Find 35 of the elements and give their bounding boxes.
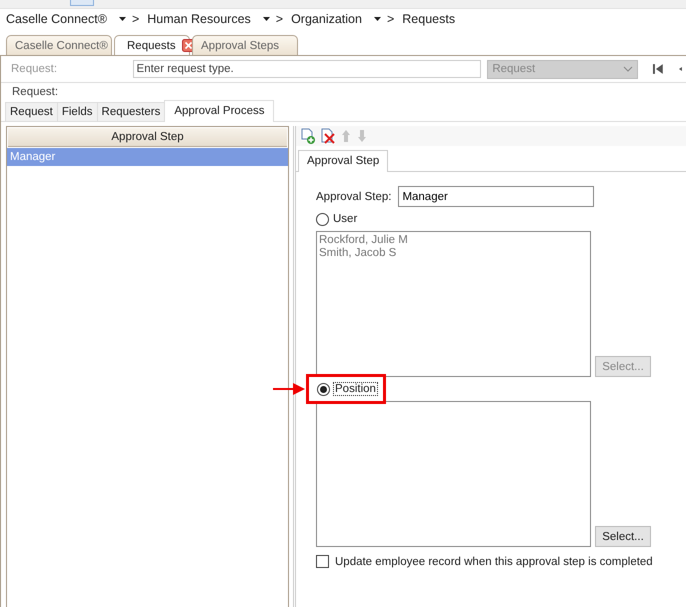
first-record-icon[interactable] xyxy=(652,63,664,75)
section-tab[interactable]: Requesters xyxy=(96,102,166,121)
update-record-checkbox[interactable]: Update employee record when this approval step is completed xyxy=(316,555,686,568)
breadcrumb-link[interactable]: Human Resources xyxy=(147,12,251,26)
caret-icon[interactable] xyxy=(374,17,381,21)
request-caption: Request: xyxy=(11,85,60,100)
breadcrumb-separator: > xyxy=(276,12,284,26)
section-tab[interactable]: Approval Process xyxy=(164,100,274,122)
radio-option[interactable]: User xyxy=(316,212,358,226)
detail-tab[interactable]: Approval Step xyxy=(298,150,388,172)
breadcrumb-link[interactable]: Requests xyxy=(402,12,456,26)
document-tab[interactable]: Caselle Connect® xyxy=(6,35,112,55)
list-box[interactable] xyxy=(316,401,591,547)
list-box[interactable]: Rockford, Julie M Smith, Jacob S xyxy=(316,231,591,377)
section-tab[interactable]: Fields xyxy=(56,102,98,121)
request-type-field[interactable]: Enter request type. xyxy=(132,60,482,78)
radio-option[interactable]: Position xyxy=(317,382,377,396)
caret-icon[interactable] xyxy=(262,17,270,21)
column-header[interactable]: Approval Step xyxy=(8,128,287,147)
breadcrumb-separator: > xyxy=(132,12,140,26)
select-button[interactable]: Select... xyxy=(595,526,651,547)
caret-icon[interactable] xyxy=(118,17,126,21)
list-entry[interactable]: Rockford, Julie M xyxy=(319,234,588,247)
breadcrumb-separator: > xyxy=(386,12,394,26)
delete-document-icon[interactable] xyxy=(320,128,336,144)
field-label: Request: xyxy=(10,63,58,75)
list-entry[interactable]: Smith, Jacob S xyxy=(319,247,588,260)
section-tab[interactable]: Request xyxy=(5,102,58,121)
document-tab[interactable]: Approval Steps xyxy=(192,35,298,55)
field-label: Approval Step: xyxy=(316,190,392,202)
breadcrumb-link[interactable]: Organization xyxy=(291,12,362,26)
approval-step-field[interactable]: Manager xyxy=(398,186,594,207)
breadcrumb-link[interactable]: Caselle Connect® xyxy=(6,12,107,26)
document-tab[interactable]: Requests xyxy=(114,35,190,55)
add-document-icon[interactable] xyxy=(300,128,316,144)
